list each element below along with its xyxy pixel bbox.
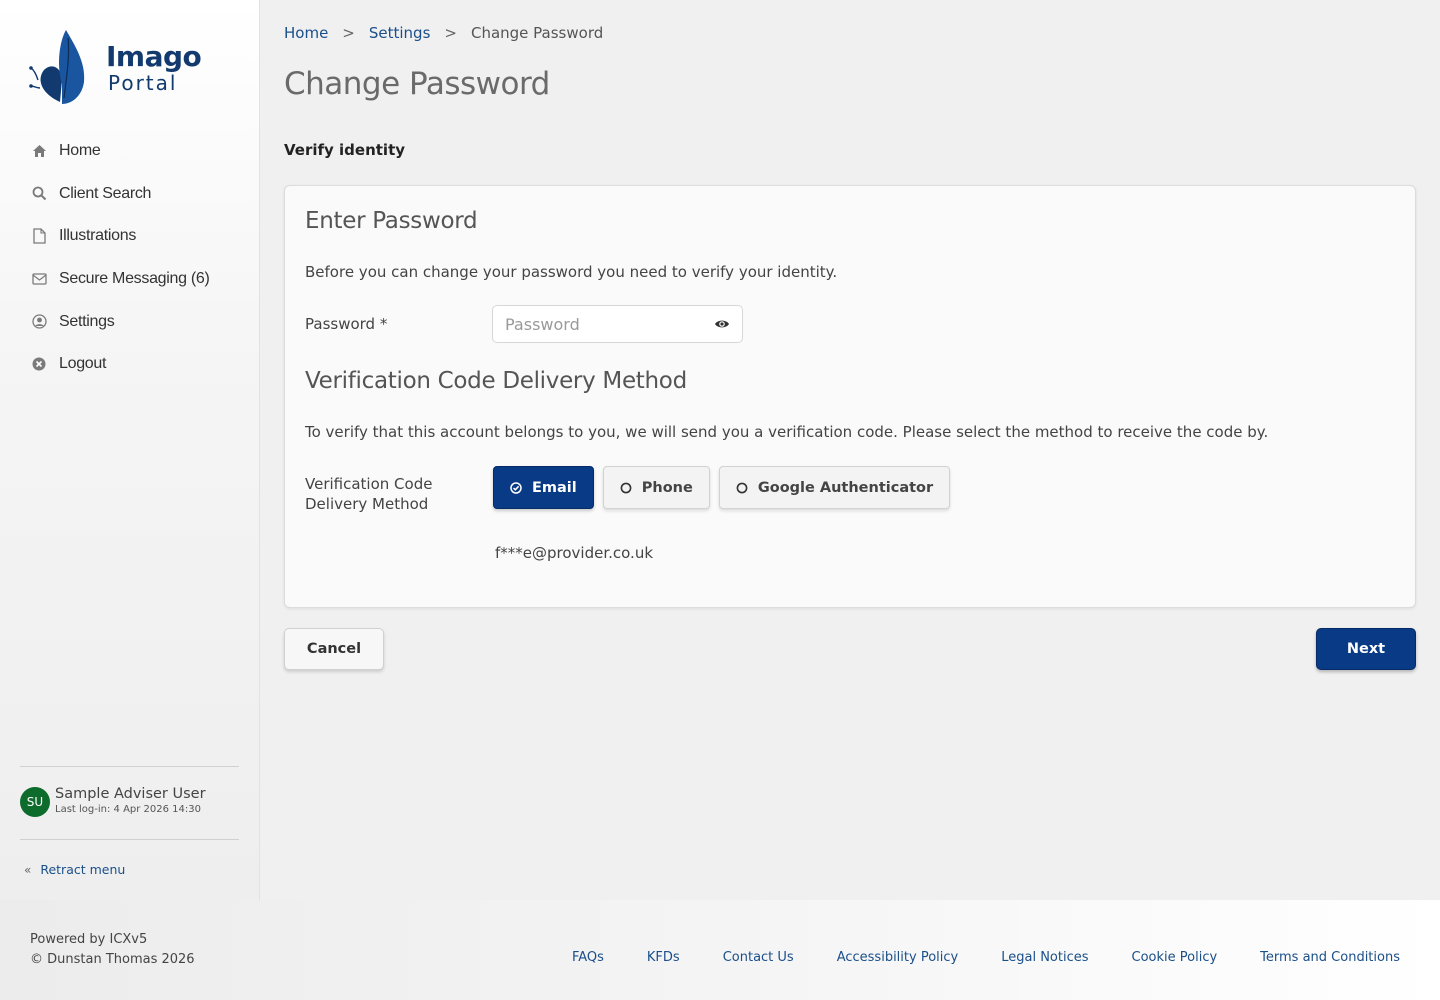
last-login: Last log-in: 4 Apr 2026 14:30 [55,804,201,815]
password-field[interactable] [492,305,743,343]
method-phone-button[interactable]: Phone [602,466,710,509]
breadcrumb-current: Change Password [470,24,604,42]
method-google-authenticator-button[interactable]: Google Authenticator [718,466,951,509]
sidebar-nav: Home Client Search Illustrations Secure … [30,130,250,386]
retract-menu-link[interactable]: « Retract menu [24,862,125,877]
delivery-method-options: Email Phone Google Authenticator [493,466,959,509]
next-button[interactable]: Next [1316,628,1416,670]
footer-info: Powered by ICXv5 © Dunstan Thomas 2026 [30,930,195,970]
powered-by: Powered by ICXv5 [30,932,148,947]
section-label: Verify identity [284,141,406,159]
password-input[interactable] [505,314,714,334]
user-name: Sample Adviser User [55,786,206,802]
sidebar-item-label: Logout [59,355,107,373]
envelope-icon [30,270,48,288]
sidebar-item-logout[interactable]: Logout [30,343,250,386]
sidebar-item-label: Settings [59,312,115,330]
radio-circle-icon [620,482,632,494]
user-circle-icon [30,313,48,331]
home-icon [30,142,48,160]
footer-link-faqs[interactable]: FAQs [572,950,604,965]
method-label: Google Authenticator [757,479,934,496]
password-label: Password * [305,315,388,333]
breadcrumb: Home > Settings > Change Password [284,24,603,42]
document-icon [30,227,48,245]
user-info: Sample Adviser User Last log-in: 4 Apr 2… [55,786,206,817]
sidebar-item-label: Illustrations [59,227,137,245]
sidebar-item-secure-messaging[interactable]: Secure Messaging (6) [30,258,250,301]
verify-identity-card: Enter Password Before you can change you… [284,185,1416,608]
method-email-button[interactable]: Email [493,466,594,509]
verification-description: To verify that this account belongs to y… [305,423,1269,441]
double-chevron-left-icon: « [24,862,32,877]
footer: Powered by ICXv5 © Dunstan Thomas 2026 F… [0,900,1440,1000]
sidebar: Imago Portal Home Client Search Illustra… [0,0,260,900]
check-circle-icon [510,481,522,494]
avatar: SU [20,786,50,817]
logo-wordmark: Imago Portal [106,40,202,95]
imago-portal-logo[interactable]: Imago Portal [28,28,202,108]
sidebar-item-label: Client Search [59,184,152,202]
enter-password-heading: Enter Password [305,208,478,234]
retract-menu-label: Retract menu [40,862,126,877]
sidebar-item-label: Home [59,142,101,160]
search-icon [30,185,48,203]
footer-link-contact-us[interactable]: Contact Us [723,950,794,965]
sidebar-divider [20,839,239,840]
breadcrumb-separator: > [444,24,457,42]
footer-link-kfds[interactable]: KFDs [647,950,680,965]
masked-email: f***e@provider.co.uk [495,544,654,562]
main-content: Home > Settings > Change Password Change… [260,0,1440,900]
radio-circle-icon [736,482,748,494]
footer-link-accessibility-policy[interactable]: Accessibility Policy [837,950,959,965]
eye-icon[interactable] [714,316,730,332]
breadcrumb-settings[interactable]: Settings [369,24,431,42]
verification-method-label: Verification Code Delivery Method [305,474,432,514]
footer-links: FAQs KFDs Contact Us Accessibility Polic… [529,950,1400,965]
logo-name: Imago [106,40,202,73]
sidebar-item-home[interactable]: Home [30,130,250,173]
breadcrumb-separator: > [342,24,355,42]
breadcrumb-home[interactable]: Home [284,24,328,42]
sidebar-item-label: Secure Messaging (6) [59,270,210,288]
verification-heading: Verification Code Delivery Method [305,368,687,394]
sidebar-item-settings[interactable]: Settings [30,300,250,343]
logo-subtitle: Portal [108,71,178,95]
sidebar-divider [20,766,239,767]
copyright: © Dunstan Thomas 2026 [30,952,195,967]
sidebar-item-illustrations[interactable]: Illustrations [30,215,250,258]
footer-link-terms-and-conditions[interactable]: Terms and Conditions [1260,950,1400,965]
verification-method-label-line1: Verification Code [305,475,433,493]
user-profile[interactable]: SU Sample Adviser User Last log-in: 4 Ap… [20,786,206,817]
page-title: Change Password [284,66,550,102]
butterfly-logo-icon [29,30,85,104]
close-circle-icon [30,355,48,373]
sidebar-item-client-search[interactable]: Client Search [30,173,250,216]
verification-method-label-line2: Delivery Method [305,495,429,513]
footer-link-legal-notices[interactable]: Legal Notices [1001,950,1088,965]
enter-password-description: Before you can change your password you … [305,263,838,281]
cancel-button[interactable]: Cancel [284,628,384,670]
method-label: Phone [641,479,693,496]
footer-link-cookie-policy[interactable]: Cookie Policy [1132,950,1218,965]
method-label: Email [532,479,577,496]
